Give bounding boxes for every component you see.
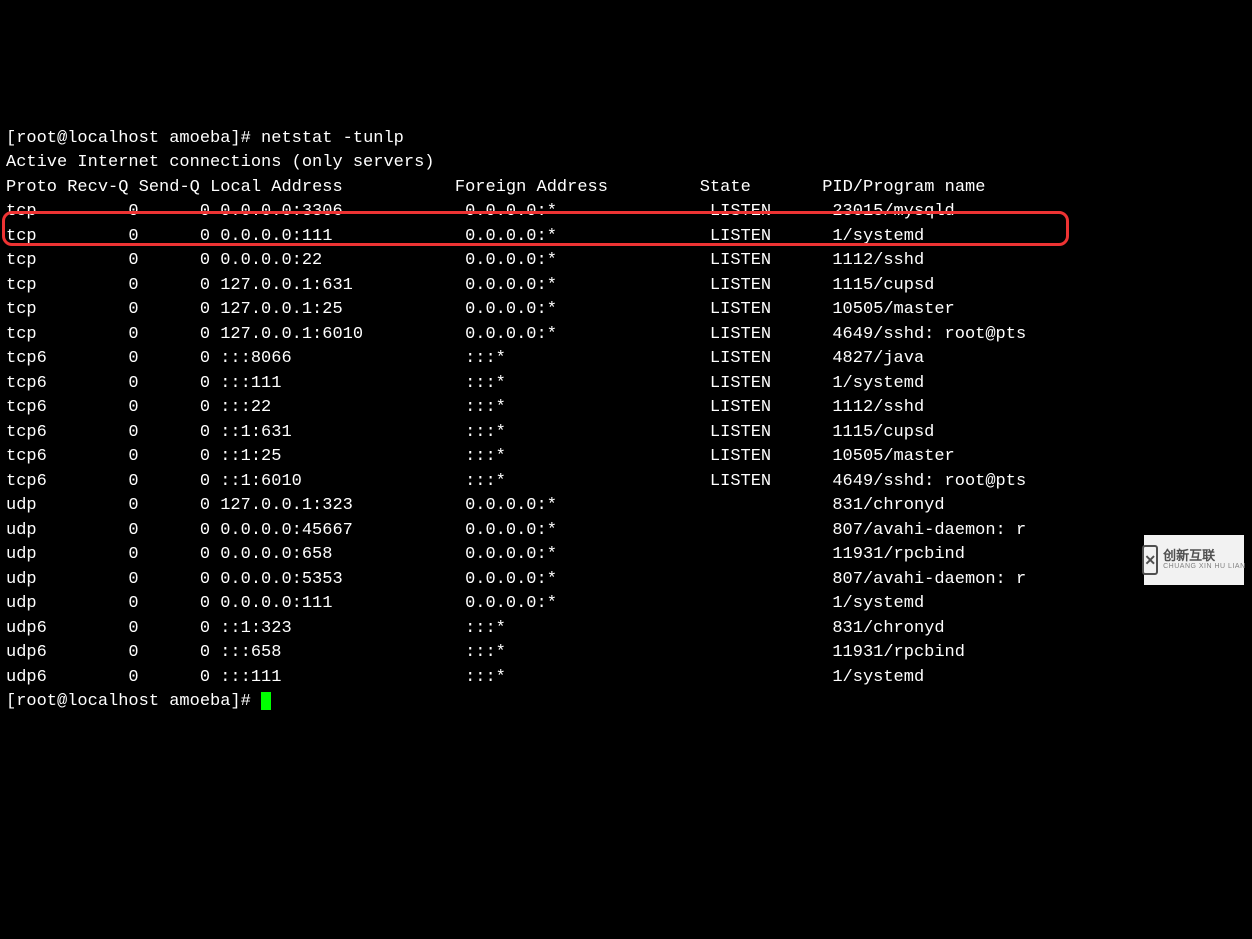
table-row: udp 0 0 0.0.0.0:111 0.0.0.0:* 1/systemd bbox=[6, 594, 924, 613]
prompt-line-2: [root@localhost amoeba]# bbox=[6, 692, 271, 711]
table-row: tcp 0 0 127.0.0.1:631 0.0.0.0:* LISTEN 1… bbox=[6, 276, 934, 295]
table-row: tcp 0 0 0.0.0.0:111 0.0.0.0:* LISTEN 1/s… bbox=[6, 227, 924, 246]
table-row: udp6 0 0 :::658 :::* 11931/rpcbind bbox=[6, 643, 965, 662]
table-row: udp6 0 0 ::1:323 :::* 831/chronyd bbox=[6, 619, 945, 638]
cursor-icon bbox=[261, 692, 271, 710]
table-row: tcp6 0 0 ::1:25 :::* LISTEN 10505/master bbox=[6, 447, 955, 466]
table-row: tcp 0 0 0.0.0.0:22 0.0.0.0:* LISTEN 1112… bbox=[6, 251, 924, 270]
table-row: udp 0 0 127.0.0.1:323 0.0.0.0:* 831/chro… bbox=[6, 496, 945, 515]
prompt-line-1: [root@localhost amoeba]# netstat -tunlp bbox=[6, 129, 404, 148]
table-row: tcp6 0 0 ::1:6010 :::* LISTEN 4649/sshd:… bbox=[6, 472, 1026, 491]
column-headers: Proto Recv-Q Send-Q Local Address Foreig… bbox=[6, 178, 985, 197]
terminal-output[interactable]: [root@localhost amoeba]# netstat -tunlp … bbox=[0, 98, 1252, 719]
watermark-logo: ✕ 创新互联 CHUANG XIN HU LIAN bbox=[1144, 535, 1244, 585]
table-row: tcp 0 0 0.0.0.0:3306 0.0.0.0:* LISTEN 23… bbox=[6, 202, 955, 221]
watermark-text-top: 创新互联 bbox=[1163, 549, 1246, 563]
table-row: udp 0 0 0.0.0.0:658 0.0.0.0:* 11931/rpcb… bbox=[6, 545, 965, 564]
table-row: udp 0 0 0.0.0.0:5353 0.0.0.0:* 807/avahi… bbox=[6, 570, 1026, 589]
table-row: tcp6 0 0 ::1:631 :::* LISTEN 1115/cupsd bbox=[6, 423, 934, 442]
table-row: tcp 0 0 127.0.0.1:6010 0.0.0.0:* LISTEN … bbox=[6, 325, 1026, 344]
logo-icon: ✕ bbox=[1142, 545, 1158, 575]
table-row: tcp6 0 0 :::22 :::* LISTEN 1112/sshd bbox=[6, 398, 924, 417]
table-row: udp6 0 0 :::111 :::* 1/systemd bbox=[6, 668, 924, 687]
table-row: udp 0 0 0.0.0.0:45667 0.0.0.0:* 807/avah… bbox=[6, 521, 1026, 540]
connections-header: Active Internet connections (only server… bbox=[6, 153, 434, 172]
watermark-text-bottom: CHUANG XIN HU LIAN bbox=[1163, 563, 1246, 571]
table-row: tcp6 0 0 :::8066 :::* LISTEN 4827/java bbox=[6, 349, 924, 368]
netstat-rows: tcp 0 0 0.0.0.0:3306 0.0.0.0:* LISTEN 23… bbox=[6, 200, 1246, 690]
table-row: tcp 0 0 127.0.0.1:25 0.0.0.0:* LISTEN 10… bbox=[6, 300, 955, 319]
table-row: tcp6 0 0 :::111 :::* LISTEN 1/systemd bbox=[6, 374, 924, 393]
